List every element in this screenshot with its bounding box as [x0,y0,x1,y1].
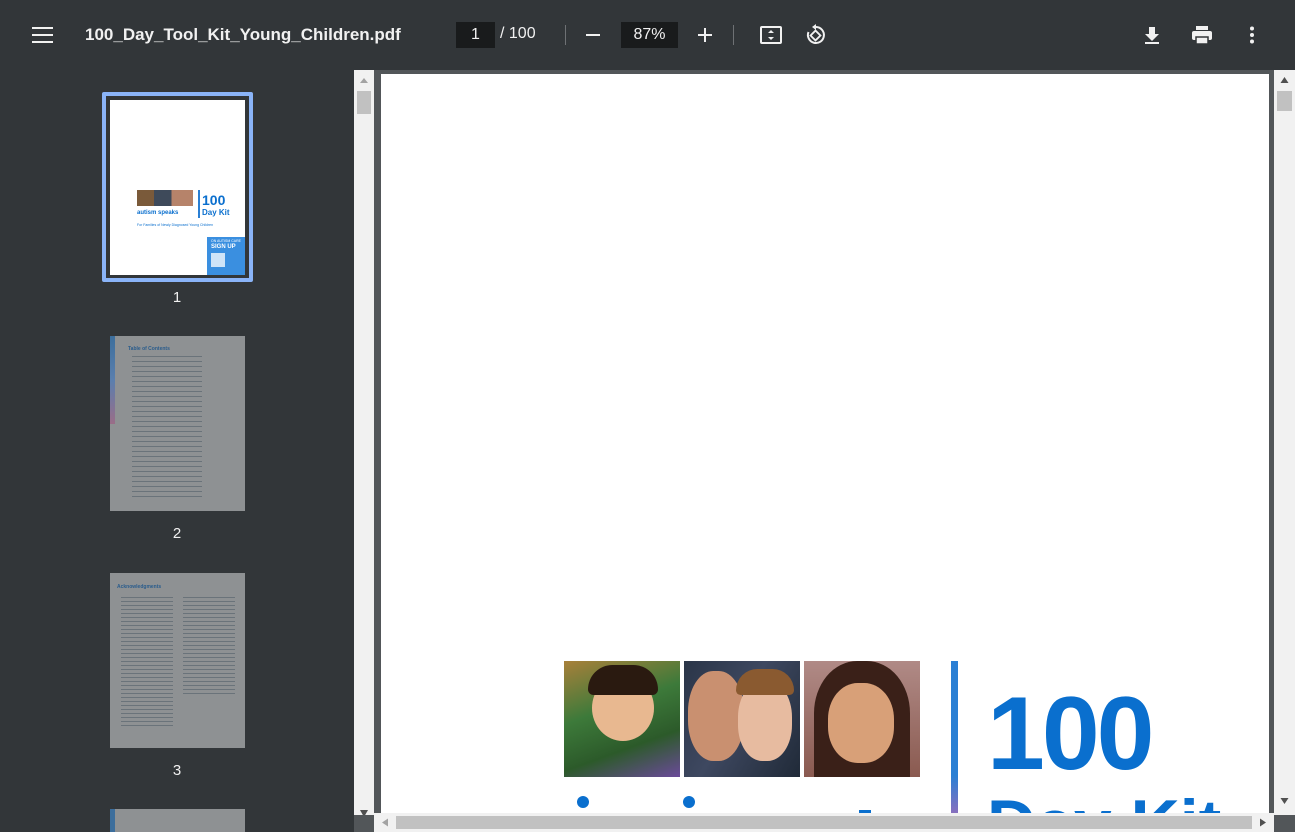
thumbnail-signup-top: ON AUTISM CARE [211,239,241,243]
thumbnail-heading: Acknowledgments [117,584,162,590]
child-photo-1 [564,661,680,777]
thumbnail-heading: Table of Contents [128,346,170,352]
brand-logo-fragment [577,796,589,808]
thumbnail-subtitle: For Families of Newly Diagnosed Young Ch… [137,223,214,227]
download-icon[interactable] [1136,19,1168,51]
thumbnail-page-1[interactable]: 100 Day Kit autism speaks For Families o… [110,100,245,275]
thumbnail-accent-bar [110,809,115,832]
page-total: / 100 [500,25,536,42]
thumbnail-photos [137,190,193,206]
child-photo-3 [804,661,920,777]
thumbnail-sidebar: 100 Day Kit autism speaks For Families o… [0,70,354,832]
pdf-toolbar: 100_Day_Tool_Kit_Young_Children.pdf / 10… [0,0,1295,70]
thumbnail-kit-number: 100 [202,192,226,208]
fit-page-icon[interactable] [755,19,787,51]
brand-logo-fragment [683,796,695,808]
thumbnail-signup-box: ON AUTISM CARE SIGN UP [207,237,245,275]
thumbnail-divider [198,190,200,218]
qr-code-icon [211,253,225,267]
toolbar-divider [733,25,734,45]
more-vert-icon[interactable] [1236,19,1268,51]
left-scrollbar[interactable] [354,70,374,815]
pdf-page: 100 Day Kit [381,74,1269,814]
thumbnail-text-lines [183,597,235,697]
zoom-in-icon[interactable] [689,19,721,51]
thumbnail-number: 2 [172,525,182,542]
thumbnail-page-3[interactable]: Acknowledgments [110,573,245,748]
kit-label: Day Kit [987,790,1221,814]
zoom-out-icon[interactable] [577,19,609,51]
right-scrollbar[interactable] [1274,70,1295,815]
kit-number: 100 [987,676,1155,792]
thumbnail-page-2[interactable]: Table of Contents [110,336,245,511]
zoom-level-input[interactable] [621,22,678,48]
thumbnail-text-lines [121,597,173,727]
thumbnail-kit-label: Day Kit [202,208,230,217]
rotate-icon[interactable] [800,19,832,51]
brand-divider [951,661,958,814]
menu-icon[interactable] [26,19,58,51]
thumbnail-text-lines [132,356,202,498]
thumbnail-accent-bar [110,336,115,424]
thumbnail-brand: autism speaks [137,210,179,216]
child-photo-2 [684,661,800,777]
thumbnail-page-4[interactable] [110,809,245,832]
page-number-input[interactable] [456,22,495,48]
print-icon[interactable] [1186,19,1218,51]
toolbar-divider [565,25,566,45]
document-title: 100_Day_Tool_Kit_Young_Children.pdf [85,25,401,44]
thumbnail-number: 1 [172,289,182,306]
thumbnail-signup: SIGN UP [211,244,236,250]
thumbnail-number: 3 [172,762,182,779]
horizontal-scrollbar[interactable] [374,813,1274,832]
